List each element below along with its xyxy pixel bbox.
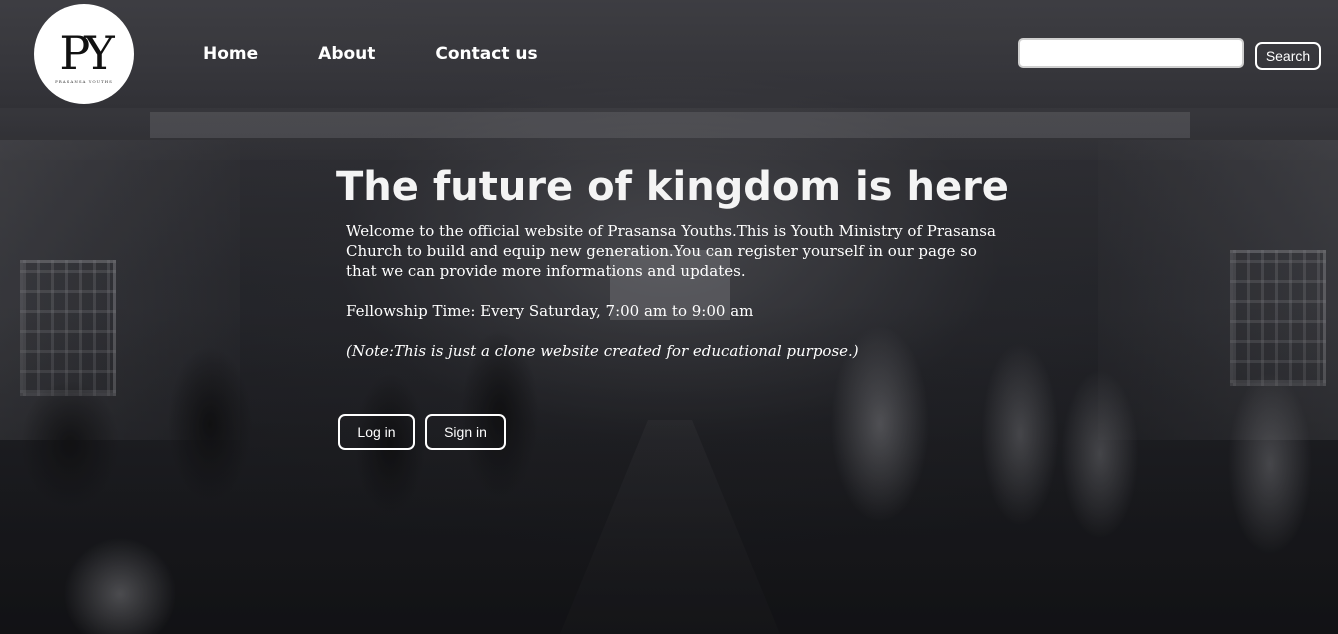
welcome-text: Welcome to the official website of Prasa…: [346, 222, 996, 280]
hero-title: The future of kingdom is here: [336, 164, 1009, 210]
hero-section: The future of kingdom is here Welcome to…: [0, 0, 1338, 634]
signin-button[interactable]: Sign in: [425, 414, 506, 450]
disclaimer-note: (Note:This is just a clone website creat…: [346, 342, 859, 360]
login-button[interactable]: Log in: [338, 414, 415, 450]
fellowship-time: Fellowship Time: Every Saturday, 7:00 am…: [346, 302, 754, 320]
